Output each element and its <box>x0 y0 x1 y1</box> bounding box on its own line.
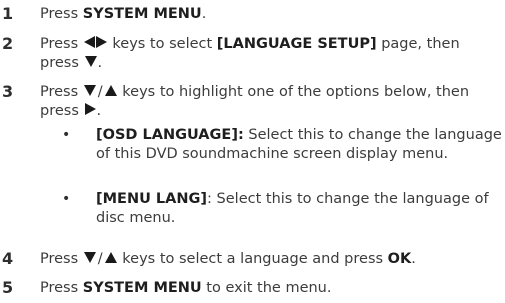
step-text-press: Press <box>40 6 79 22</box>
down-triangle-icon <box>83 85 96 96</box>
instruction-steps: 1 Press SYSTEM MENU. 2 Press keys to sel… <box>0 0 505 303</box>
up-triangle-icon <box>104 252 117 263</box>
step-text-end: . <box>411 251 416 267</box>
step-text: Press SYSTEM MENU to exit the menu. <box>40 279 502 298</box>
step-text-mid: keys to select <box>112 36 213 52</box>
menu-lang-label: [MENU LANG] <box>96 191 208 207</box>
step-number: 3 <box>2 82 14 101</box>
step-text: Press / keys to select a language and pr… <box>40 250 502 269</box>
step-number: 2 <box>2 34 14 53</box>
up-triangle-icon <box>104 85 117 96</box>
step-text: Press keys to select [LANGUAGE SETUP] pa… <box>40 35 502 73</box>
right-triangle-icon <box>84 103 96 115</box>
down-triangle-icon <box>83 252 96 263</box>
option-menu-lang: [MENU LANG]: Select this to change the l… <box>96 190 505 228</box>
step-text-end: to exit the menu. <box>206 280 332 296</box>
step-number: 5 <box>2 278 14 297</box>
step-text-end: . <box>201 6 207 22</box>
step-text-end: . <box>97 55 103 71</box>
system-menu-key-label: SYSTEM MENU <box>82 280 202 296</box>
step-text-end: . <box>96 103 102 119</box>
left-triangle-icon <box>83 36 95 48</box>
ok-key-label: OK <box>387 251 412 267</box>
step-text-press: Press <box>40 280 79 296</box>
down-triangle-icon <box>84 56 97 67</box>
option-osd-language: [OSD LANGUAGE]: Select this to change th… <box>96 126 505 164</box>
slash-separator: / <box>97 251 103 267</box>
step-text-press: Press <box>40 36 79 52</box>
osd-language-label: [OSD LANGUAGE]: <box>96 127 244 143</box>
step-text-press: Press <box>40 84 79 100</box>
right-triangle-icon <box>95 36 107 48</box>
step-text-mid: keys to select a language and press <box>122 251 384 267</box>
bullet-icon: • <box>62 127 71 143</box>
system-menu-key-label: SYSTEM MENU <box>82 6 202 22</box>
language-setup-label: [LANGUAGE SETUP] <box>216 36 377 52</box>
step-number: 1 <box>2 4 14 23</box>
step-number: 4 <box>2 249 14 268</box>
step-text: Press SYSTEM MENU. <box>40 5 502 24</box>
bullet-icon: • <box>62 191 71 207</box>
slash-separator: / <box>97 84 103 100</box>
step-text-press: Press <box>40 251 79 267</box>
step-text: Press / keys to highlight one of the opt… <box>40 83 502 121</box>
